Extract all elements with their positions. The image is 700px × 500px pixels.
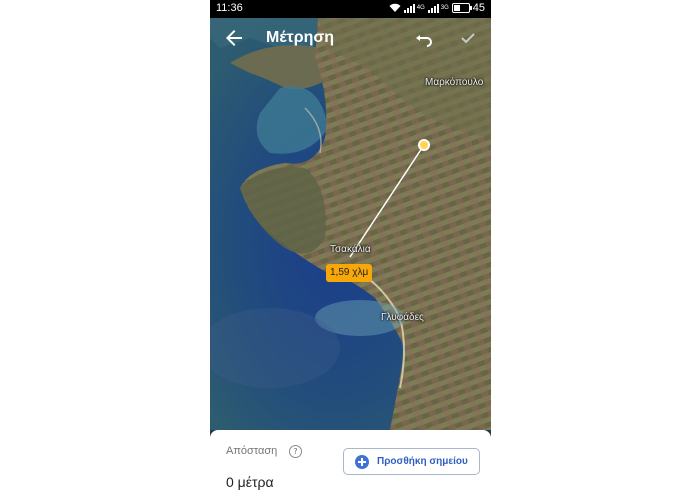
signal-icon: [403, 3, 415, 13]
network-type-label: 3G: [440, 5, 449, 11]
place-label-marko: Μαρκόπουλο: [425, 77, 484, 88]
network-type-label: 4G: [416, 5, 425, 11]
battery-icon: [451, 3, 472, 13]
distance-title: Απόσταση: [226, 445, 278, 457]
add-point-button[interactable]: Προσθήκη σημείου: [343, 448, 480, 475]
wifi-icon: [389, 3, 401, 12]
satellite-map[interactable]: Μαρκόπουλο Τσακάλια Γλυφάδες: [210, 18, 491, 430]
status-bar: 11:36 4G 3G 45: [210, 0, 491, 18]
signal-icon: [427, 3, 439, 13]
distance-label: 1,59 χλμ: [326, 264, 373, 282]
app-bar: Μέτρηση: [210, 18, 491, 62]
battery-percent: 45: [472, 2, 485, 14]
page-title: Μέτρηση: [266, 29, 335, 46]
place-label-tsakalia: Τσακάλια: [330, 244, 371, 255]
status-icons: 4G 3G 45: [389, 2, 485, 14]
phone-screen: 11:36 4G 3G 45 Μαρκόπουλο Τσακάλια Γλυφά…: [210, 0, 491, 500]
distance-value: 0 μέτρα: [226, 474, 274, 490]
bottom-sheet: Απόσταση ? 0 μέτρα Προσθήκη σημείου: [210, 430, 491, 500]
add-point-label: Προσθήκη σημείου: [377, 456, 468, 467]
measure-pin[interactable]: [418, 139, 430, 151]
check-icon[interactable]: [456, 26, 480, 50]
arrow-back-icon[interactable]: [222, 26, 246, 50]
place-label-glyfades: Γλυφάδες: [381, 312, 424, 323]
add-circle-icon: [355, 454, 369, 469]
help-circle-icon[interactable]: ?: [289, 445, 302, 458]
status-time: 11:36: [216, 2, 243, 14]
undo-icon[interactable]: [413, 26, 437, 50]
